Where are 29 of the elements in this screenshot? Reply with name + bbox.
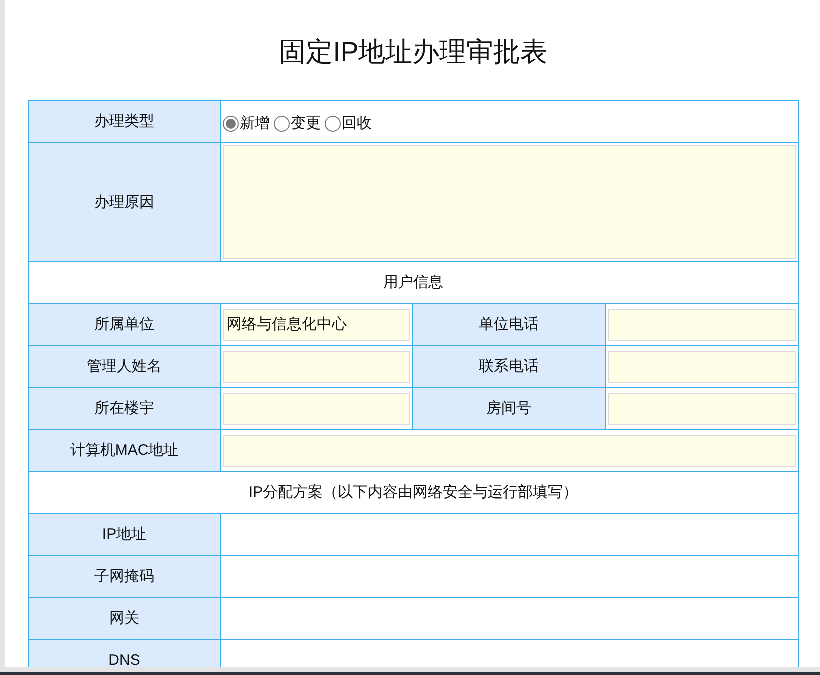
label-cell: 网关	[28, 598, 220, 640]
label-cell: 所属单位	[28, 304, 220, 346]
input-field[interactable]	[223, 434, 796, 466]
input-field[interactable]: 网络与信息化中心	[223, 308, 410, 340]
label-cell: 所在楼宇	[28, 388, 220, 430]
label-cell: 联系电话	[412, 346, 606, 388]
label-cell: 子网掩码	[28, 556, 220, 598]
form-title: 固定IP地址办理审批表	[279, 36, 548, 69]
input-field[interactable]	[608, 350, 796, 382]
label-cell: 办理原因	[28, 142, 220, 262]
radio-button[interactable]	[325, 116, 341, 132]
radio-button[interactable]	[223, 116, 239, 132]
label-cell: 计算机MAC地址	[28, 430, 220, 472]
input-field[interactable]	[223, 145, 796, 259]
radio-label[interactable]: 回收	[342, 114, 372, 133]
label-cell: 管理人姓名	[28, 346, 220, 388]
input-field[interactable]	[223, 392, 410, 424]
section-heading: IP分配方案（以下内容由网络安全与运行部填写）	[28, 472, 799, 514]
radio-button[interactable]	[274, 116, 290, 132]
label-cell: 单位电话	[412, 304, 606, 346]
radio-label[interactable]: 变更	[291, 114, 321, 133]
input-field[interactable]	[608, 392, 796, 424]
label-cell: 房间号	[412, 388, 606, 430]
label-cell: DNS	[28, 640, 220, 667]
input-field[interactable]	[608, 308, 796, 340]
label-cell: 办理类型	[28, 100, 220, 142]
label-cell: IP地址	[28, 514, 220, 556]
radio-label[interactable]: 新增	[240, 114, 270, 133]
input-field[interactable]	[223, 350, 410, 382]
